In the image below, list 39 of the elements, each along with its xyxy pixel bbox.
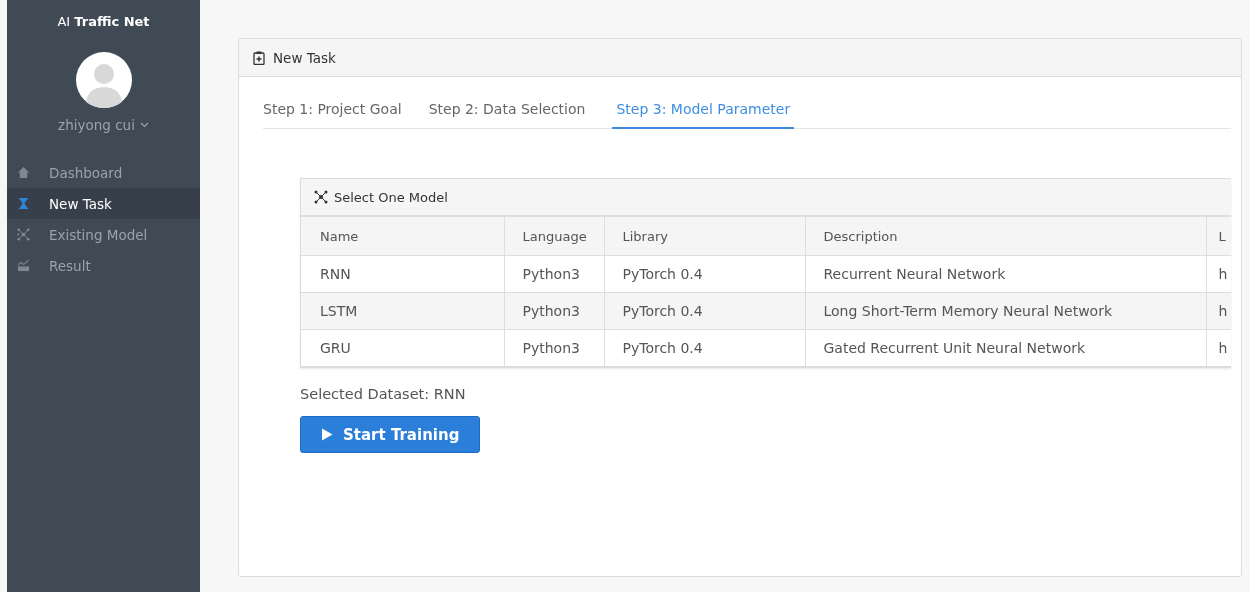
step-tab[interactable]: Step 2: Data Selection <box>428 91 596 129</box>
brand-title: AI Traffic Net <box>57 14 150 29</box>
table-cell: Gated Recurrent Unit Neural Network <box>805 329 1206 367</box>
nav-item[interactable]: Result <box>7 250 200 281</box>
chart-icon <box>17 259 30 272</box>
table-cell: Python3 <box>504 329 604 367</box>
network-icon <box>17 228 30 241</box>
table-cell: Python3 <box>504 292 604 330</box>
step-tab[interactable]: Step 3: Model Parameter <box>612 91 795 129</box>
column-header: L <box>1206 216 1231 256</box>
column-header: Library <box>604 216 805 256</box>
column-header: Name <box>301 216 504 256</box>
table-cell: PyTorch 0.4 <box>604 255 805 293</box>
start-training-button[interactable]: Start Training <box>300 416 481 453</box>
table-cell: PyTorch 0.4 <box>604 292 805 330</box>
user-menu[interactable]: zhiyong cui <box>58 117 149 133</box>
table-cell: LSTM <box>301 292 504 330</box>
table-title: Select One Model <box>334 189 448 205</box>
clipboard-icon <box>253 50 265 65</box>
table-cell: Recurrent Neural Network <box>805 255 1206 293</box>
table-cell: Python3 <box>504 255 604 293</box>
play-icon <box>321 428 333 441</box>
step-tab[interactable]: Step 1: Project Goal <box>263 91 412 129</box>
nav-item[interactable]: Existing Model <box>7 219 200 250</box>
chevron-icon <box>139 122 149 128</box>
selected-dataset-text: Selected Dataset: RNN <box>300 386 467 402</box>
table-cell: RNN <box>301 255 504 293</box>
hourglass-icon <box>17 197 30 210</box>
table-cell: GRU <box>301 329 504 367</box>
nav-item[interactable]: Dashboard <box>7 157 200 188</box>
home-icon <box>17 166 30 179</box>
panel-title: New Task <box>273 49 336 66</box>
avatar-icon <box>75 52 132 108</box>
column-header: Language <box>504 216 604 256</box>
table-cell: PyTorch 0.4 <box>604 329 805 367</box>
nav-item[interactable]: New Task <box>7 188 200 219</box>
column-header: Description <box>805 216 1206 256</box>
network-icon <box>314 190 328 204</box>
table-cell: Long Short-Term Memory Neural Network <box>805 292 1206 330</box>
